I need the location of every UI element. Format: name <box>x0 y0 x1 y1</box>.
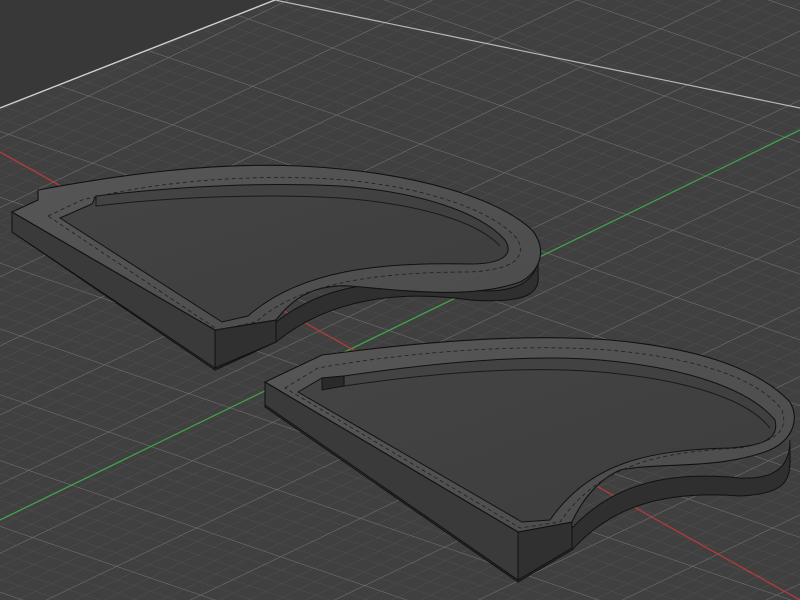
3d-viewport[interactable] <box>0 0 800 600</box>
